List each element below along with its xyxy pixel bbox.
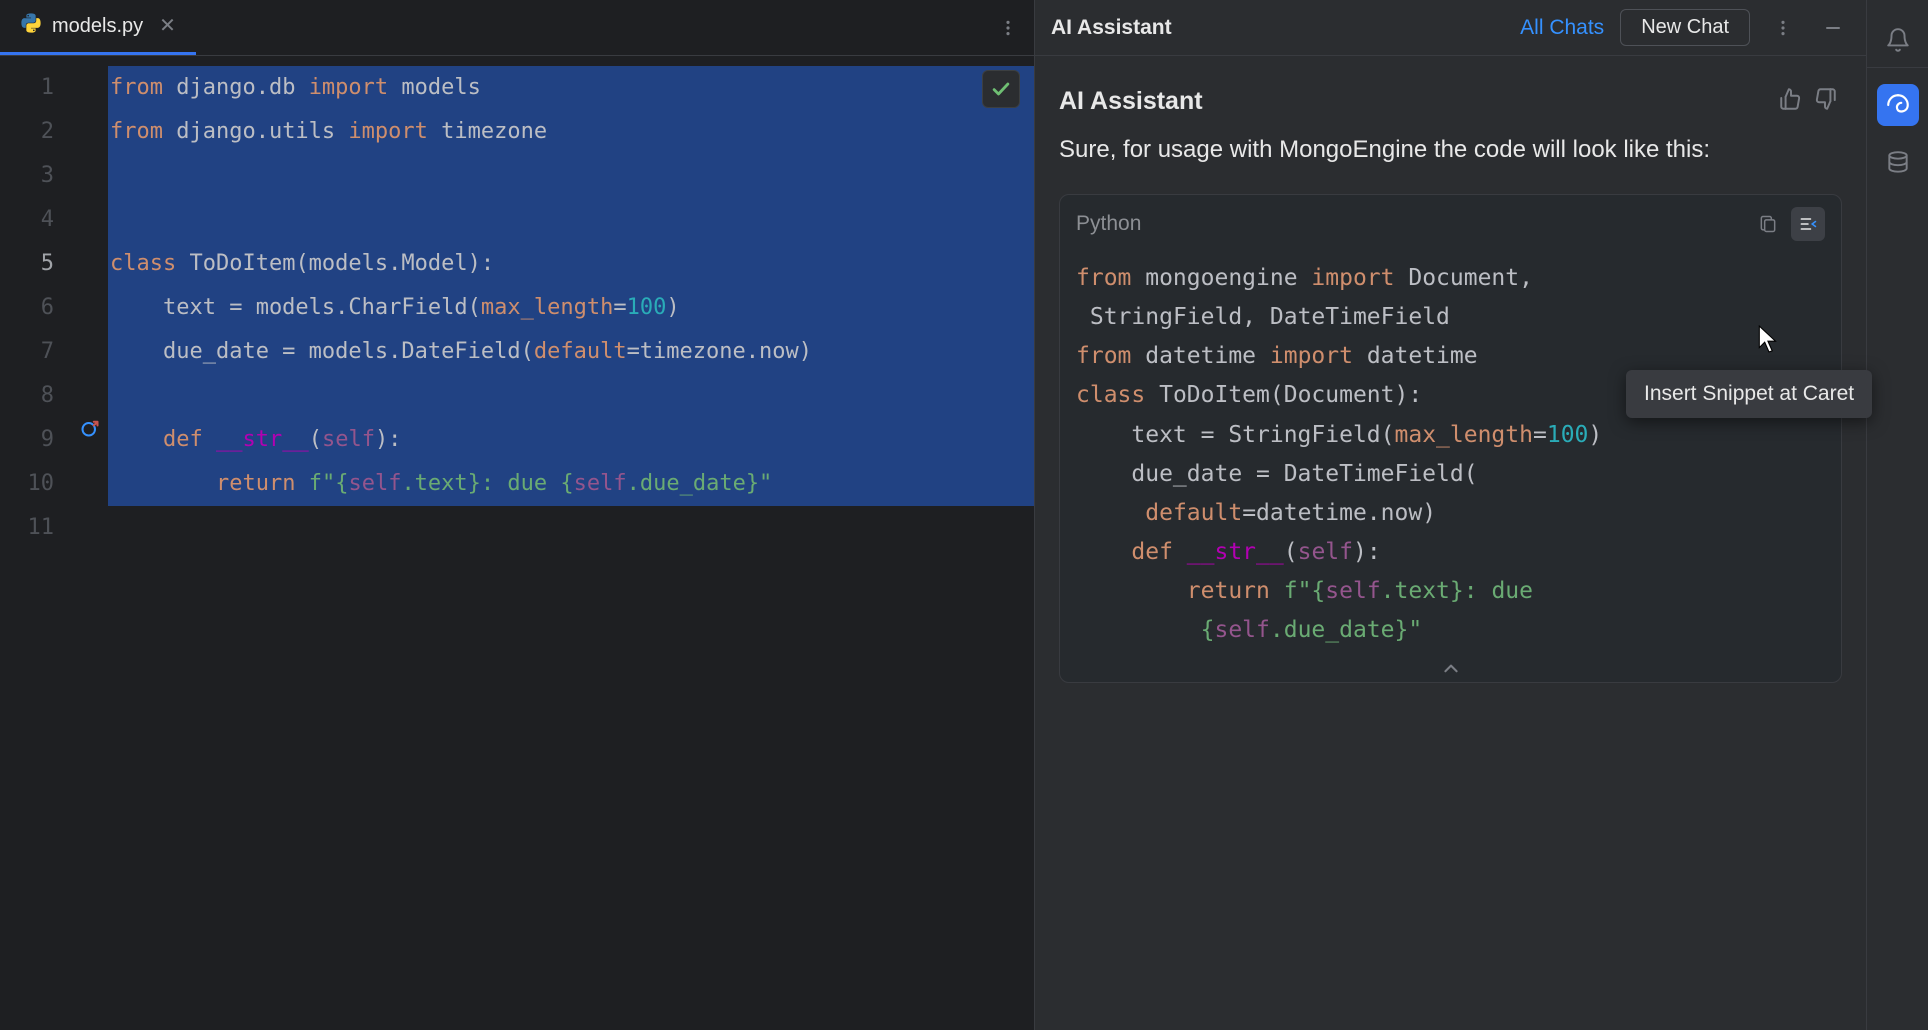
code-line[interactable]: text = StringField(max_length=100) [1076,416,1825,455]
gutter-line-number: 9 [0,418,80,462]
database-tool-icon[interactable] [1877,142,1919,184]
code-line[interactable] [108,374,1034,418]
code-block-body[interactable]: from mongoengine import Document, String… [1060,253,1841,656]
code-line[interactable]: return f"{self.text}: due [1076,572,1825,611]
code-editor[interactable]: 1234567891011 from django.db import mode… [0,56,1034,1030]
new-chat-button[interactable]: New Chat [1620,9,1750,46]
editor-tab-options-icon[interactable] [990,10,1026,46]
code-line[interactable]: StringField, DateTimeField [1076,298,1825,337]
notifications-icon[interactable] [1877,19,1919,61]
ai-message-author: AI Assistant [1059,87,1203,116]
right-tool-rail [1866,0,1928,1030]
editor-code-area[interactable]: from django.db import modelsfrom django.… [108,56,1034,1030]
code-line[interactable]: from django.utils import timezone [108,110,1034,154]
gutter-line-number: 11 [0,506,80,550]
code-line[interactable] [108,506,1034,550]
code-line[interactable]: {self.due_date}" [1076,611,1825,650]
code-line[interactable]: default=datetime.now) [1076,494,1825,533]
file-tab-label: models.py [52,15,143,38]
editor-gutter: 1234567891011 [0,56,80,1030]
code-block-expand-icon[interactable] [1060,656,1841,682]
ai-code-block: Python from mongoengine import Document,… [1059,194,1842,683]
editor-gutter-markers [80,56,108,1030]
gutter-line-number: 4 [0,198,80,242]
ai-message-text: Sure, for usage with MongoEngine the cod… [1059,131,1842,168]
ai-assistant-panel: AI Assistant All Chats New Chat AI Assis… [1034,0,1866,1030]
file-tab-models-py[interactable]: models.py ✕ [0,0,196,55]
gutter-line-number: 5 [0,242,80,286]
python-file-icon [20,12,42,40]
editor-tab-bar: models.py ✕ [0,0,1034,56]
gutter-line-number: 8 [0,374,80,418]
code-block-header: Python [1060,195,1841,253]
code-line[interactable]: def __str__(self): [108,418,1034,462]
ai-panel-title: AI Assistant [1051,16,1172,40]
code-line[interactable]: def __str__(self): [1076,533,1825,572]
code-line[interactable]: text = models.CharField(max_length=100) [108,286,1034,330]
ai-panel-header: AI Assistant All Chats New Chat [1035,0,1866,56]
editor-column: models.py ✕ 1234567891011 from django.db… [0,0,1034,1030]
override-gutter-icon[interactable] [80,418,100,438]
code-line[interactable]: due_date = models.DateField(default=time… [108,330,1034,374]
tooltip-insert-snippet: Insert Snippet at Caret [1626,370,1872,418]
gutter-line-number: 10 [0,462,80,506]
code-block-language: Python [1076,212,1141,236]
ai-assistant-tool-icon[interactable] [1877,84,1919,126]
code-line[interactable]: return f"{self.text}: due {self.due_date… [108,462,1034,506]
gutter-line-number: 2 [0,110,80,154]
code-line[interactable]: from django.db import models [108,66,1034,110]
ai-message-header: AI Assistant [1059,82,1842,121]
insert-snippet-icon[interactable] [1791,207,1825,241]
code-line[interactable] [108,154,1034,198]
minimize-panel-icon[interactable] [1816,11,1850,45]
thumbs-down-icon[interactable] [1808,82,1842,121]
gutter-line-number: 7 [0,330,80,374]
gutter-line-number: 1 [0,66,80,110]
all-chats-link[interactable]: All Chats [1520,16,1604,40]
copy-code-icon[interactable] [1751,207,1785,241]
inspection-ok-icon[interactable] [982,70,1020,108]
thumbs-up-icon[interactable] [1774,82,1808,121]
gutter-line-number: 6 [0,286,80,330]
gutter-line-number: 3 [0,154,80,198]
ai-panel-options-icon[interactable] [1766,11,1800,45]
code-line[interactable]: class ToDoItem(models.Model): [108,242,1034,286]
code-line[interactable]: from mongoengine import Document, [1076,259,1825,298]
close-tab-icon[interactable]: ✕ [159,16,176,36]
ai-chat-body: AI Assistant Sure, for usage with MongoE… [1035,56,1866,1030]
code-line[interactable]: due_date = DateTimeField( [1076,455,1825,494]
code-line[interactable] [108,198,1034,242]
